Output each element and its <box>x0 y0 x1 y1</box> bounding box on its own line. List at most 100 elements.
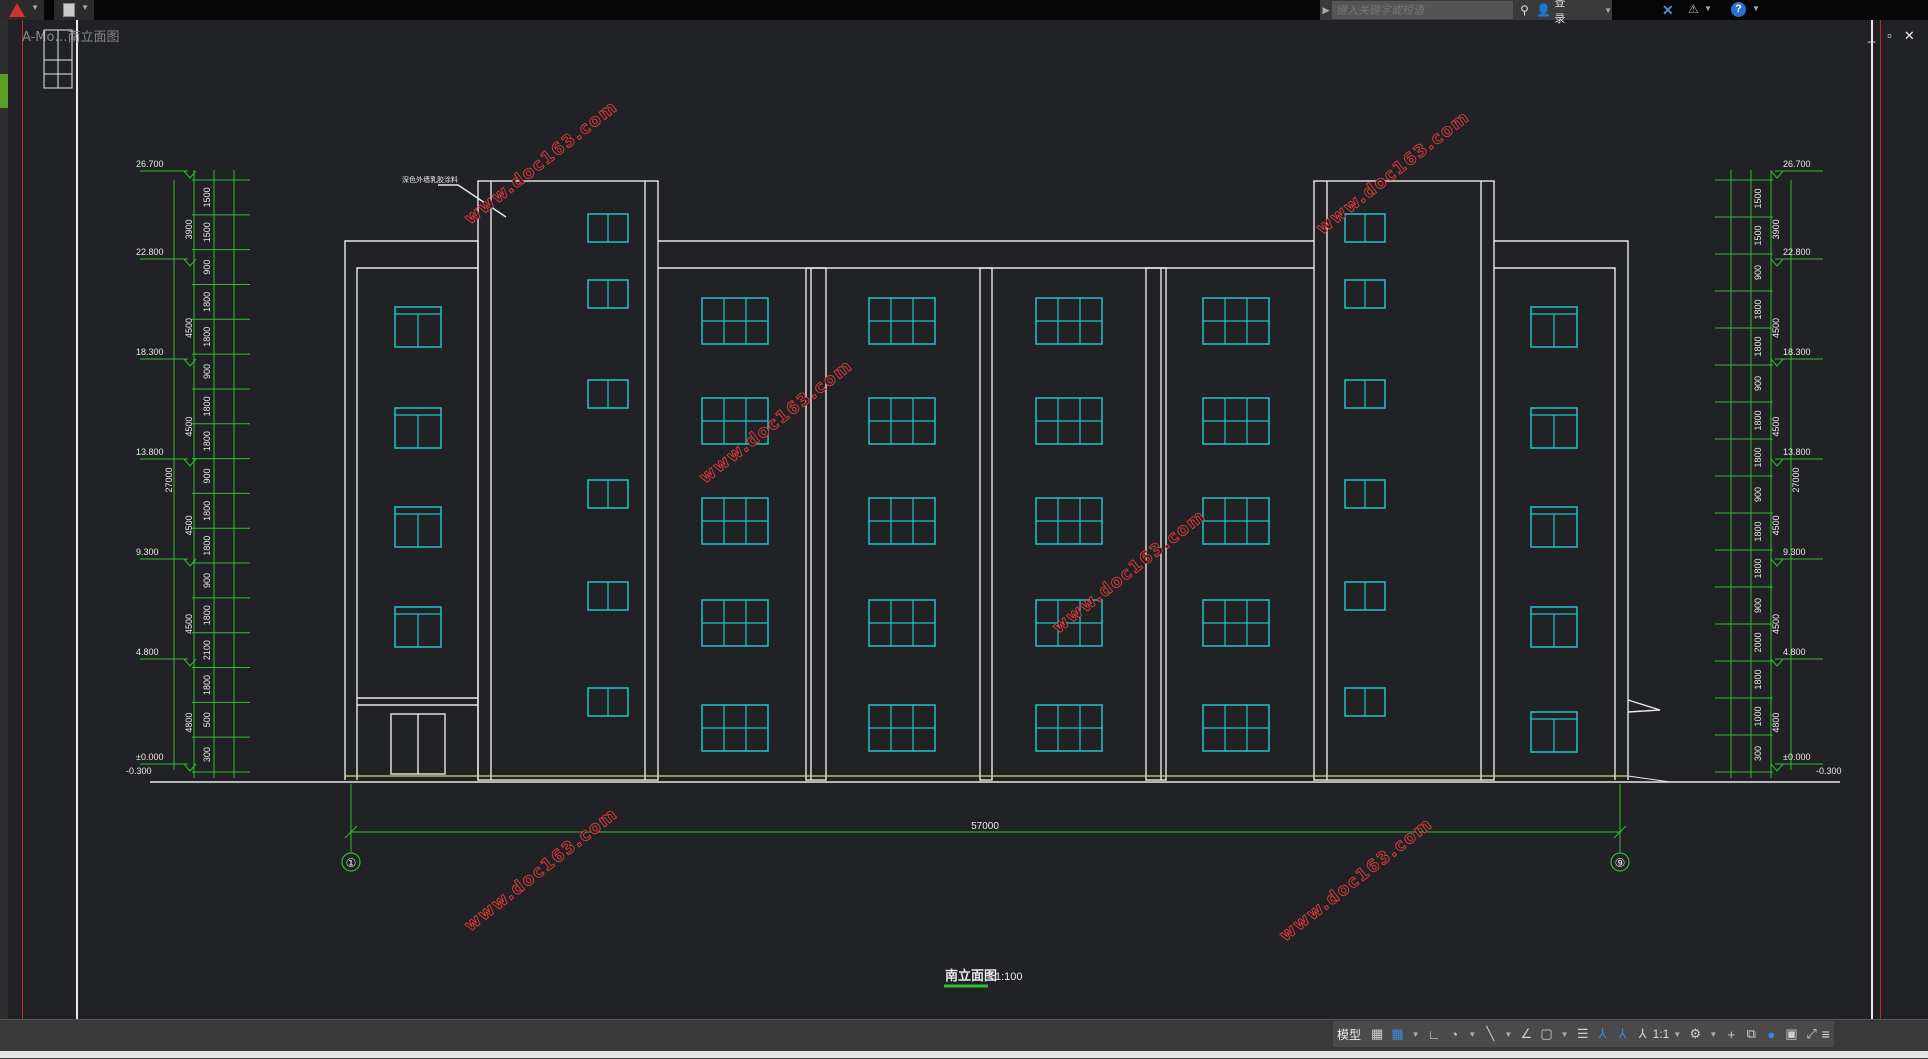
watermark-text: www.doc163.com <box>696 356 857 488</box>
axis-marker-right: ⑨ <box>1610 852 1630 872</box>
annotation-visibility-icon[interactable]: ⅄ <box>1597 1026 1609 1042</box>
object-snap-tracking-icon[interactable]: ∠ <box>1520 1026 1533 1042</box>
chevron-down-icon[interactable]: ▼ <box>1559 1030 1571 1039</box>
dimension-text: 1800 <box>1753 521 1763 541</box>
expand-arrow-icon[interactable]: ▶ <box>1320 5 1332 16</box>
dimension-text: 1500 <box>1753 225 1763 245</box>
level-marker-icon <box>1770 763 1784 772</box>
exchange-apps-icon[interactable]: ✕ <box>1662 2 1674 19</box>
login-button[interactable]: 登录 <box>1554 0 1576 26</box>
drawing-scale: 1:100 <box>995 971 1023 983</box>
level-elevation-text: 13.800 <box>136 447 164 457</box>
isolate-objects-icon[interactable]: ⧉ <box>1745 1026 1757 1042</box>
dimension-text: 4500 <box>1771 515 1781 535</box>
level-elevation-text: 4.800 <box>1783 647 1806 657</box>
dimension-text: 1800 <box>202 536 212 556</box>
dimension-text: 2000 <box>1753 632 1763 652</box>
search-input[interactable] <box>1331 1 1513 19</box>
dimension-text: 1800 <box>202 605 212 625</box>
dimension-text: 3900 <box>184 219 194 239</box>
chevron-down-icon[interactable]: ▼ <box>1704 4 1712 13</box>
grid-icon[interactable]: ▦ <box>1371 1026 1383 1042</box>
level-elevation-text: 9.300 <box>136 547 159 557</box>
lineweight-icon[interactable]: ☰ <box>1577 1026 1589 1042</box>
watermark-text: www.doc163.com <box>1276 814 1437 946</box>
dimension-text: 4500 <box>184 614 194 634</box>
level-elevation-text: 22.800 <box>136 247 164 257</box>
dimension-text: 1800 <box>1753 299 1763 319</box>
ortho-icon[interactable]: ∟ <box>1428 1027 1441 1042</box>
workspace-gear-icon[interactable]: ⚙ <box>1689 1026 1702 1042</box>
watermark-text: www.doc163.com <box>1049 506 1210 638</box>
chevron-down-icon[interactable]: ▼ <box>1410 1030 1422 1039</box>
dimension-text: 900 <box>202 573 212 588</box>
quick-access-save-button[interactable]: ▼ <box>54 0 94 20</box>
level-elevation-text: 9.300 <box>1783 547 1806 557</box>
model-space-button[interactable]: 模型 <box>1337 1026 1361 1043</box>
chevron-down-icon: ▼ <box>81 3 89 12</box>
chevron-down-icon[interactable]: ▼ <box>1466 1030 1478 1039</box>
chevron-down-icon[interactable]: ▼ <box>1604 6 1612 15</box>
axis-label-right: ⑨ <box>1615 856 1626 870</box>
autocad-logo-icon <box>9 3 25 17</box>
material-callout: 深色外墙乳胶涂料 <box>402 175 458 184</box>
dimension-text: 1800 <box>202 675 212 695</box>
dimension-text: 900 <box>202 468 212 483</box>
chevron-down-icon[interactable]: ▼ <box>1671 1030 1683 1039</box>
snap-icon[interactable]: ▦ <box>1391 1026 1403 1042</box>
binoculars-icon[interactable]: ⚲ <box>1513 3 1537 17</box>
fullscreen-icon[interactable]: ⤢ <box>1806 1026 1818 1042</box>
chevron-down-icon[interactable]: ▼ <box>1707 1030 1719 1039</box>
ground-line <box>150 775 1840 783</box>
chevron-down-icon[interactable]: ▼ <box>1752 4 1760 13</box>
a360-icon[interactable]: ⚠ <box>1688 2 1699 16</box>
dimension-text: 500 <box>202 712 212 727</box>
annotation-scale-value[interactable]: 1:1 <box>1653 1027 1670 1041</box>
overall-dimension <box>344 784 1627 852</box>
dimension-text: 900 <box>202 364 212 379</box>
status-bar-tools: 模型 ▦ ▦ ▼ ∟ ◔ ▼ ╲ ▼ ∠ ▢ ▼ ☰ ⅄ ⅄ ⅄ 1:1 ▼ ⚙… <box>1333 1021 1834 1047</box>
polar-icon[interactable]: ◔ <box>1448 1027 1460 1042</box>
drawing-canvas[interactable]: 1500 1500 900 1800 1800 900 1800 1800 900 1800 180… <box>0 0 1928 1058</box>
dimension-text: 1800 <box>202 396 212 416</box>
customization-menu-icon[interactable]: ≡ <box>1822 1026 1830 1042</box>
building-elevation <box>344 180 1661 781</box>
watermarks: www.doc163.com www.doc163.com www.doc163… <box>460 96 1474 946</box>
annotation-scale-icon[interactable]: ⅄ <box>1637 1026 1649 1042</box>
application-menu-button[interactable]: ▼ <box>0 0 44 20</box>
level-elevation-text: ±0.000 <box>1783 752 1810 762</box>
axis-label-left: ① <box>346 856 357 870</box>
dimension-text: 1800 <box>202 501 212 521</box>
user-icon[interactable]: 👤 <box>1536 3 1551 17</box>
title-block <box>43 29 73 89</box>
chevron-down-icon[interactable]: ▼ <box>1502 1030 1514 1039</box>
dimension-text: 1500 <box>202 222 212 242</box>
clean-screen-icon[interactable]: ▣ <box>1785 1026 1797 1042</box>
title-bar: ▼ ▼ ▶ ⚲ 👤 登录 ▼ ✕ ⚠ ▼ ? ▼ <box>0 0 1928 25</box>
dimension-text: 3900 <box>1771 219 1781 239</box>
level-elevation-text: 18.300 <box>1783 347 1811 357</box>
dimension-text: 1000 <box>1753 706 1763 726</box>
plus-icon[interactable]: + <box>1725 1027 1737 1042</box>
dimension-text: 4500 <box>1771 417 1781 437</box>
search-bar: ▶ ⚲ 👤 登录 ▼ <box>1320 0 1612 25</box>
level-elevation-text: 18.300 <box>136 347 164 357</box>
watermark-text: www.doc163.com <box>461 804 622 936</box>
dimension-text: 1800 <box>202 292 212 312</box>
level-marker-icon <box>1770 558 1784 567</box>
total-height-text: 27000 <box>164 467 174 492</box>
help-icon[interactable]: ? <box>1731 2 1746 17</box>
level-marker-icon <box>1770 170 1784 179</box>
document-icon <box>63 3 75 17</box>
isodraft-icon[interactable]: ╲ <box>1484 1026 1496 1042</box>
drawing-title: 南立面图 <box>945 968 997 984</box>
object-snap-icon[interactable]: ▢ <box>1540 1026 1552 1042</box>
level-elevation-text: 22.800 <box>1783 247 1811 257</box>
hardware-acceleration-icon[interactable]: ● <box>1765 1027 1777 1042</box>
dimension-text: 4800 <box>1771 713 1781 733</box>
level-marker-icon <box>1770 258 1784 267</box>
dimension-text: 1800 <box>1753 558 1763 578</box>
dimension-text: 4500 <box>184 515 194 535</box>
dimension-chains: 1500 1500 900 1800 1800 900 1800 1800 900 1800 180… <box>126 159 1842 778</box>
auto-scale-icon[interactable]: ⅄ <box>1617 1026 1629 1042</box>
